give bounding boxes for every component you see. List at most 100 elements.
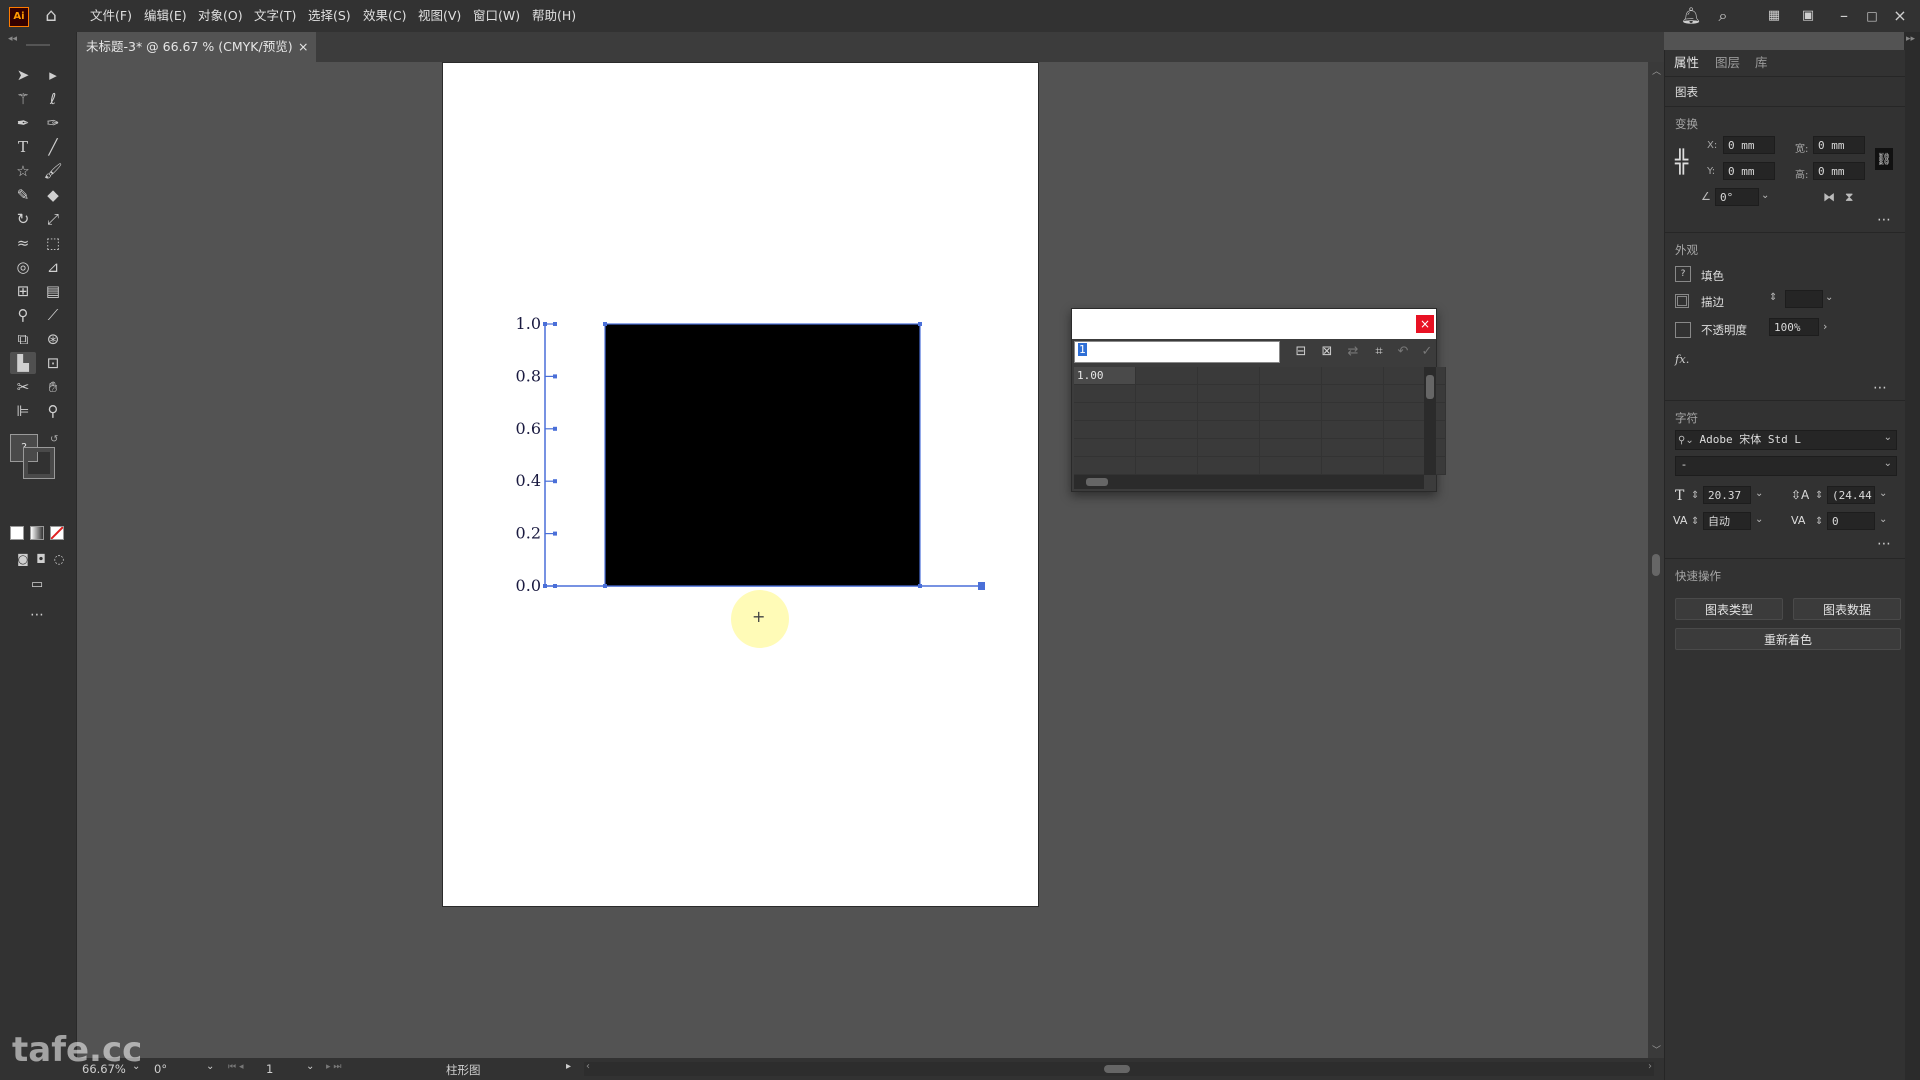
fill-icon[interactable]: ? <box>1675 266 1691 282</box>
close-tab-icon[interactable]: × <box>298 32 308 62</box>
menu-object[interactable]: 对象(O) <box>198 0 243 32</box>
selection-tool-icon[interactable]: ➤ <box>10 64 36 86</box>
width-field[interactable]: 0 mm <box>1813 136 1865 154</box>
stroke-weight-field[interactable] <box>1785 290 1823 308</box>
graph-data-cell[interactable] <box>1074 457 1136 475</box>
leading-field[interactable]: (24.44 <box>1827 486 1875 504</box>
magic-wand-tool-icon[interactable]: ⚚ <box>10 88 36 110</box>
maximize-icon[interactable]: □ <box>1858 0 1886 32</box>
symbol-sprayer-tool-icon[interactable]: ⊛ <box>40 328 66 350</box>
artboard-number-field[interactable]: 1 <box>266 1062 273 1076</box>
menu-edit[interactable]: 编辑(E) <box>144 0 187 32</box>
tracking-stepper[interactable]: ⇕ <box>1815 516 1823 527</box>
graph-data-titlebar[interactable] <box>1072 309 1436 339</box>
revert-icon[interactable]: ↶ <box>1390 341 1416 363</box>
more-options-icon[interactable]: ⋯ <box>1877 212 1891 228</box>
graph-data-cell[interactable] <box>1198 421 1260 439</box>
more-options-icon[interactable]: ⋯ <box>1873 380 1887 396</box>
graph-data-cell[interactable] <box>1198 385 1260 403</box>
chart-type-button[interactable]: 图表类型 <box>1675 598 1783 620</box>
chart-data-button[interactable]: 图表数据 <box>1793 598 1901 620</box>
graph-data-cell[interactable] <box>1322 421 1384 439</box>
column-graph-tool-icon[interactable]: ▙ <box>10 352 36 374</box>
color-mode-icon[interactable] <box>10 526 24 540</box>
bell-icon[interactable]: 🔔︎ <box>1677 0 1705 32</box>
graph-data-grid[interactable]: 1.00 <box>1074 367 1446 475</box>
none-mode-icon[interactable] <box>50 526 64 540</box>
flip-vertical-icon[interactable]: ⧗ <box>1845 190 1853 205</box>
artboard-tool-icon[interactable]: ⊡ <box>40 352 66 374</box>
chevron-down-icon[interactable]: ⌄ <box>206 1061 214 1072</box>
graph-data-cell[interactable] <box>1322 457 1384 475</box>
graph-data-cell[interactable] <box>1074 421 1136 439</box>
fill-stroke-widget[interactable]: ? ↺ <box>10 434 60 484</box>
font-family-select[interactable]: ⚲⌄ Adobe 宋体 Std L ⌄ <box>1675 430 1897 450</box>
artboard[interactable]: 1.0 0.8 0.6 0.4 0.2 0.0 <box>442 62 1039 907</box>
canvas-hscrollbar[interactable]: ‹ › <box>584 1061 1654 1076</box>
hand-tool-icon[interactable]: ✋︎ <box>40 376 66 398</box>
line-tool-icon[interactable]: ╱ <box>40 136 66 158</box>
chevron-down-icon[interactable]: ⌄ <box>1825 292 1833 303</box>
tracking-field[interactable]: 0 <box>1827 512 1875 530</box>
chevron-down-icon[interactable]: ⌄ <box>1761 190 1769 201</box>
chevron-down-icon[interactable]: ⌄ <box>306 1061 314 1072</box>
graph-data-cell[interactable] <box>1136 385 1198 403</box>
menu-type[interactable]: 文字(T) <box>254 0 296 32</box>
switch-xy-icon[interactable]: ⇄ <box>1340 341 1366 363</box>
flip-horizontal-icon[interactable]: ⧓ <box>1823 190 1835 204</box>
graph-data-cell[interactable] <box>1384 367 1446 385</box>
star-tool-icon[interactable]: ☆ <box>10 160 36 182</box>
graph-data-cell[interactable] <box>1384 385 1446 403</box>
angle-field[interactable]: 0° <box>1715 188 1759 206</box>
scale-tool-icon[interactable]: ⤢ <box>40 208 66 230</box>
gradient-mode-icon[interactable] <box>30 526 44 540</box>
document-tab[interactable]: 未标题-3* @ 66.67 % (CMYK/预览) × <box>76 32 316 62</box>
align-tool-icon[interactable]: ⊫ <box>10 400 36 422</box>
paintbrush-tool-icon[interactable]: 🖌︎ <box>40 160 66 182</box>
menu-window[interactable]: 窗口(W) <box>473 0 520 32</box>
menu-view[interactable]: 视图(V) <box>418 0 461 32</box>
collapse-icon[interactable]: ◂◂ <box>8 34 17 44</box>
graph-data-cell[interactable] <box>1322 403 1384 421</box>
chevron-right-icon[interactable]: › <box>1823 320 1827 333</box>
slice-tool-icon[interactable]: ✂ <box>10 376 36 398</box>
menu-file[interactable]: 文件(F) <box>90 0 132 32</box>
graph-data-cell[interactable] <box>1198 439 1260 457</box>
graph-data-cell[interactable] <box>1260 421 1322 439</box>
graph-data-cell[interactable] <box>1384 421 1446 439</box>
graph-data-cell[interactable] <box>1322 385 1384 403</box>
graph-data-cell[interactable] <box>1260 367 1322 385</box>
y-field[interactable]: 0 mm <box>1723 162 1775 180</box>
graph-data-cell[interactable] <box>1074 439 1136 457</box>
graph-data-cell[interactable] <box>1136 439 1198 457</box>
fx-button[interactable]: fx. <box>1675 352 1689 366</box>
x-field[interactable]: 0 mm <box>1723 136 1775 154</box>
graph-data-vscrollbar[interactable] <box>1424 367 1436 475</box>
apply-icon[interactable]: ✓ <box>1414 341 1440 363</box>
screen-mode-icon[interactable]: ▭ <box>24 574 50 596</box>
free-transform-tool-icon[interactable]: ⬚ <box>40 232 66 254</box>
pen-tool-icon[interactable]: ✒ <box>10 112 36 134</box>
font-size-stepper[interactable]: ⇕ <box>1691 490 1699 501</box>
graph-data-cell[interactable] <box>1074 385 1136 403</box>
graph-data-cell[interactable] <box>1198 367 1260 385</box>
stroke-icon[interactable] <box>1675 294 1689 308</box>
gradient-tool-icon[interactable]: ▤ <box>40 280 66 302</box>
shape-builder-tool-icon[interactable]: ◎ <box>10 256 36 278</box>
graph-data-hscrollbar[interactable] <box>1074 475 1424 489</box>
height-field[interactable]: 0 mm <box>1813 162 1865 180</box>
opacity-field[interactable]: 100% <box>1769 318 1819 336</box>
graph-data-cell[interactable] <box>1074 403 1136 421</box>
reference-point-icon[interactable]: ╬ <box>1675 150 1688 175</box>
blend-tool-icon[interactable]: ⧉ <box>10 328 36 350</box>
warp-tool-icon[interactable]: ≈ <box>10 232 36 254</box>
recolor-button[interactable]: 重新着色 <box>1675 628 1901 650</box>
curvature-tool-icon[interactable]: ✑ <box>40 112 66 134</box>
chevron-down-icon[interactable]: ⌄ <box>1755 488 1763 499</box>
edit-toolbar-icon[interactable]: ⋯ <box>24 604 50 626</box>
graph-data-cell[interactable]: 1.00 <box>1074 367 1136 385</box>
rotate-tool-icon[interactable]: ↻ <box>10 208 36 230</box>
expand-panels-icon[interactable]: ▸▸ <box>1906 34 1918 44</box>
chevron-down-icon[interactable]: ⌄ <box>1879 488 1887 499</box>
tab-layers[interactable]: 图层 <box>1715 50 1740 76</box>
